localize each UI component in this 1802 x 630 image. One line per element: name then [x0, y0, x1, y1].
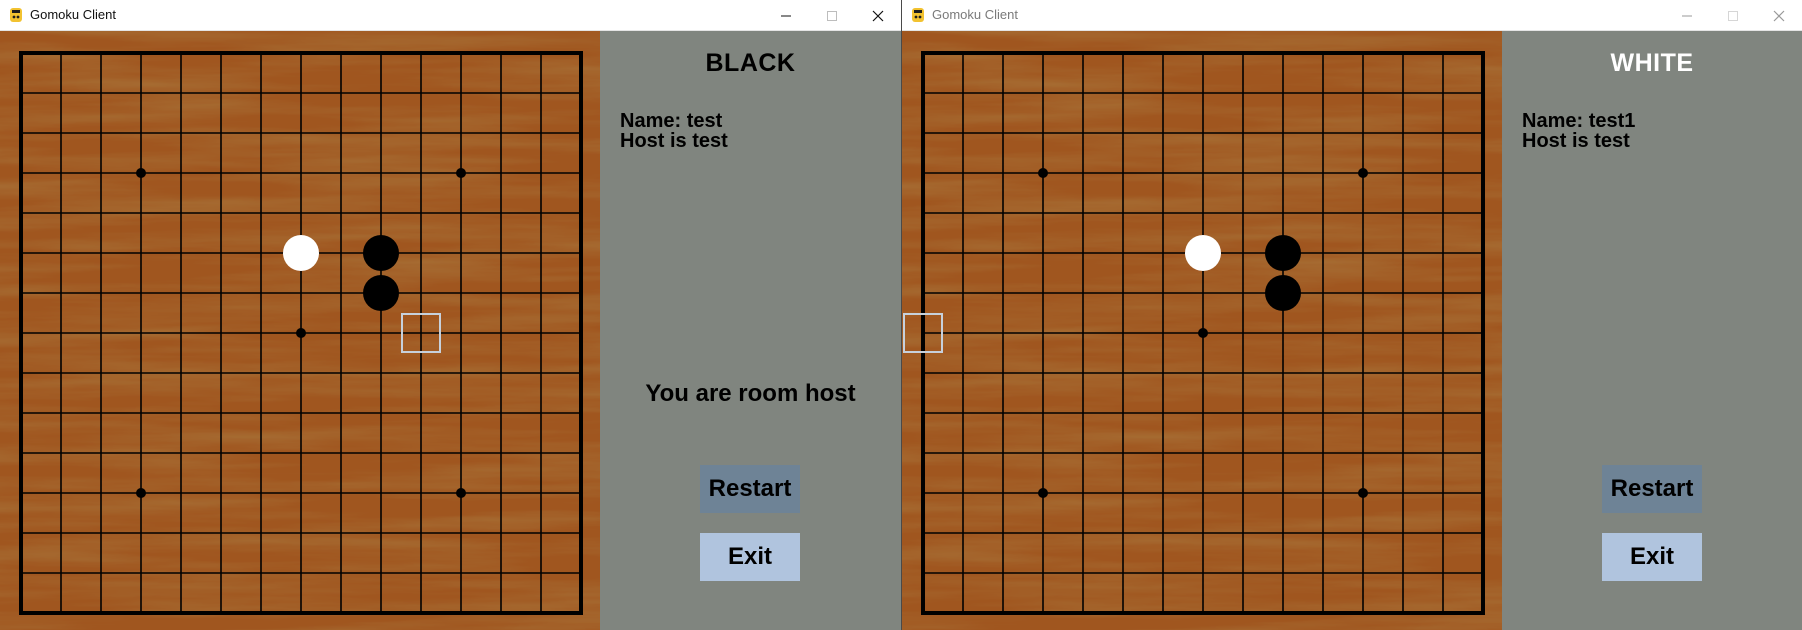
gomoku-window-black: Gomoku Client BLACK Name: test Host is t… [0, 0, 901, 630]
python-snake-icon [10, 8, 22, 22]
exit-button[interactable]: Exit [1602, 533, 1702, 581]
room-host: Host is test [1522, 130, 1630, 152]
star-point [1198, 328, 1208, 338]
title-bar[interactable]: Gomoku Client [0, 0, 901, 31]
player-color-label: WHITE [1610, 49, 1694, 77]
minimize-icon[interactable] [763, 0, 809, 31]
restart-button[interactable]: Restart [1602, 465, 1702, 513]
player-info: Name: test1 Host is test [1522, 111, 1635, 151]
player-info: Name: test Host is test [620, 111, 728, 151]
star-point [1358, 488, 1368, 498]
black-stone [1265, 275, 1301, 311]
black-stone [1265, 235, 1301, 271]
star-point [136, 168, 146, 178]
board-svg[interactable] [902, 31, 1502, 630]
room-host: Host is test [620, 130, 728, 152]
star-point [1358, 168, 1368, 178]
star-point [456, 488, 466, 498]
black-stone [363, 275, 399, 311]
side-panel: BLACK Name: test Host is test You are ro… [600, 31, 901, 630]
minimize-icon[interactable] [1664, 0, 1710, 31]
window-title: Gomoku Client [932, 7, 1018, 22]
player-name: Name: test [620, 110, 723, 132]
player-color-label: BLACK [705, 49, 796, 77]
title-bar[interactable]: Gomoku Client [902, 0, 1802, 31]
gomoku-board[interactable] [0, 31, 600, 630]
gomoku-board[interactable] [902, 31, 1502, 630]
close-icon[interactable] [1756, 0, 1802, 31]
window-title: Gomoku Client [30, 7, 116, 22]
maximize-icon[interactable] [1710, 0, 1756, 31]
python-snake-icon [912, 8, 924, 22]
gomoku-window-white: Gomoku Client WHITE Name: test1 Host is … [902, 0, 1802, 630]
star-point [456, 168, 466, 178]
host-status-message: You are room host [645, 380, 856, 407]
restart-button[interactable]: Restart [700, 465, 800, 513]
star-point [1038, 488, 1048, 498]
exit-button[interactable]: Exit [700, 533, 800, 581]
star-point [136, 488, 146, 498]
player-name: Name: test1 [1522, 110, 1636, 132]
star-point [1038, 168, 1048, 178]
white-stone [283, 235, 319, 271]
side-panel: WHITE Name: test1 Host is test Restart E… [1502, 31, 1802, 630]
star-point [296, 328, 306, 338]
close-icon[interactable] [855, 0, 901, 31]
black-stone [363, 235, 399, 271]
maximize-icon[interactable] [809, 0, 855, 31]
board-svg[interactable] [0, 31, 600, 630]
white-stone [1185, 235, 1221, 271]
